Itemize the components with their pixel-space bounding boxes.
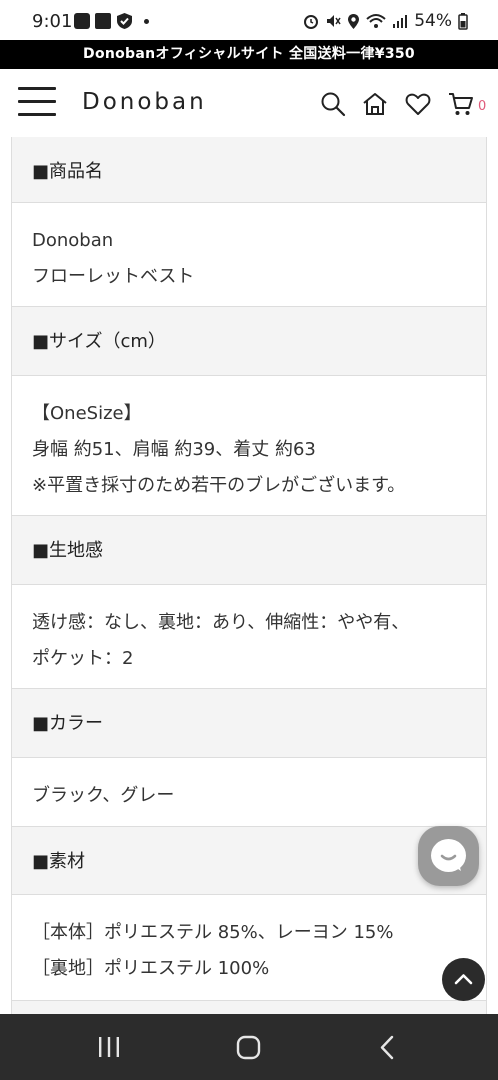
chat-button[interactable] xyxy=(418,826,479,886)
gallery-icon xyxy=(74,13,90,29)
home-icon[interactable] xyxy=(362,91,388,117)
scroll-top-button[interactable] xyxy=(442,958,485,1001)
spec-line: ※平置き採寸のため若干のブレがございます。 xyxy=(32,475,406,496)
signal-icon xyxy=(393,15,408,28)
battery-percent: 54% xyxy=(414,11,452,31)
spec-heading-material: ■素材 xyxy=(12,827,486,895)
cart-icon[interactable] xyxy=(448,91,474,117)
spec-heading-fabric: ■生地感 xyxy=(12,516,486,585)
menu-icon[interactable] xyxy=(18,85,56,119)
wifi-icon xyxy=(366,14,386,28)
mute-icon xyxy=(327,15,341,27)
spec-value-material: ［本体］ポリエステル 85%、レーヨン 15% ［裏地］ポリエステル 100% xyxy=(12,895,486,1001)
spec-value-name: Donoban フローレットベスト xyxy=(12,203,486,307)
spec-line: ［本体］ポリエステル 85%、レーヨン 15% xyxy=(32,922,394,943)
chat-icon xyxy=(431,839,466,872)
alarm-icon xyxy=(304,15,319,29)
spec-value-fabric: 透け感：なし、裏地：あり、伸縮性：やや有、 ポケット：2 xyxy=(12,585,486,689)
home-nav-icon[interactable] xyxy=(236,1035,261,1060)
spec-heading-name: ■商品名 xyxy=(12,137,486,203)
shipping-banner[interactable]: Donobanオフィシャルサイト 全国送料一律¥350 xyxy=(0,40,498,69)
spec-value-size: 【OneSize】 身幅 約51、肩幅 約39、着丈 約63 ※平置き採寸のため… xyxy=(12,376,486,516)
site-header: Donoban 0 xyxy=(0,69,498,137)
shield-icon xyxy=(117,13,132,29)
mail-icon xyxy=(95,13,111,29)
recent-apps-icon[interactable] xyxy=(97,1036,121,1058)
status-time: 9:01 xyxy=(32,11,73,32)
status-bar: 9:01 54% xyxy=(0,0,498,40)
site-logo[interactable]: Donoban xyxy=(82,89,207,115)
spec-line: ブラック、グレー xyxy=(32,785,175,806)
spec-line: 【OneSize】 xyxy=(32,403,142,424)
heart-icon[interactable] xyxy=(405,91,431,117)
location-icon xyxy=(348,13,360,29)
status-system-icons: 54% xyxy=(303,11,468,31)
cart-count-badge: 0 xyxy=(478,99,487,114)
spec-heading-color: ■カラー xyxy=(12,689,486,758)
spec-line: フローレットベスト xyxy=(32,266,195,287)
spec-line: 透け感：なし、裏地：あり、伸縮性：やや有、 xyxy=(32,612,410,633)
status-notification-icons xyxy=(74,12,149,30)
spec-line: 身幅 約51、肩幅 約39、着丈 約63 xyxy=(32,439,316,460)
product-spec-table: ■商品名 Donoban フローレットベスト ■サイズ（cm） 【OneSize… xyxy=(11,137,487,1021)
spec-value-color: ブラック、グレー xyxy=(12,758,486,827)
spec-line: ポケット：2 xyxy=(32,648,134,669)
notification-dot-icon xyxy=(144,18,149,24)
system-nav-bar xyxy=(0,1014,498,1080)
spec-line: ［裏地］ポリエステル 100% xyxy=(32,958,270,979)
battery-icon xyxy=(458,12,468,30)
spec-line: Donoban xyxy=(32,230,114,251)
chevron-up-icon xyxy=(454,974,473,985)
back-icon[interactable] xyxy=(379,1035,395,1060)
spec-heading-size: ■サイズ（cm） xyxy=(12,307,486,376)
search-icon[interactable] xyxy=(320,91,346,117)
